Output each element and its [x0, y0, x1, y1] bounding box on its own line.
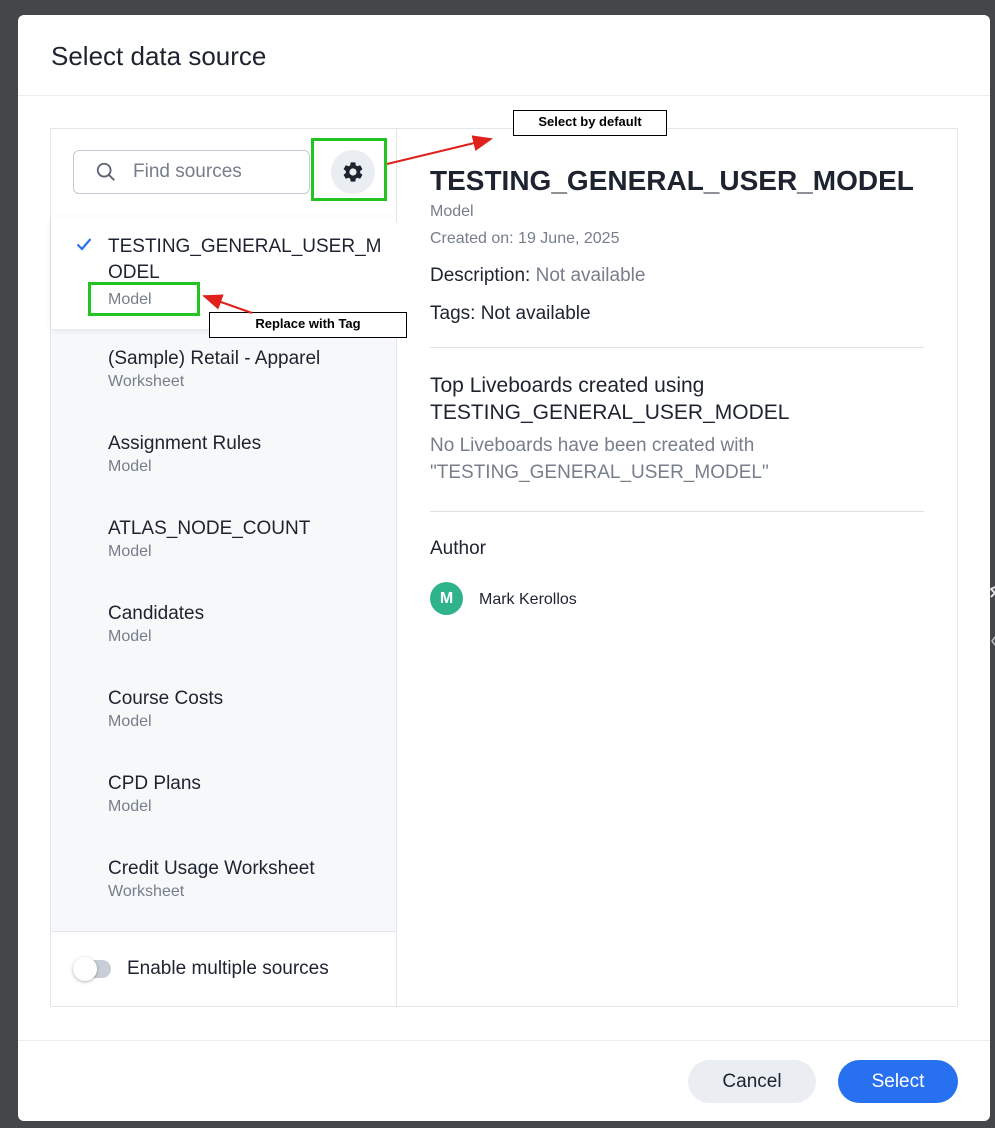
cancel-button[interactable]: Cancel [688, 1060, 816, 1103]
dialog-body: TESTING_GENERAL_USER_M ODEL Model (Sampl… [50, 128, 958, 1007]
source-item-type: Model [108, 628, 152, 645]
dialog-title: Select data source [51, 41, 267, 71]
search-icon [96, 162, 115, 181]
details-divider [430, 347, 924, 348]
source-item[interactable]: Assignment Rules Model [51, 414, 396, 499]
source-item[interactable]: CPD Plans Model [51, 754, 396, 839]
background-partial-glyph [989, 586, 995, 646]
footer-divider [18, 1040, 990, 1041]
annotation-label-select-by-default: Select by default [513, 110, 667, 136]
description-value: Not available [535, 265, 646, 286]
enable-multiple-sources-toggle[interactable] [73, 957, 111, 981]
source-item-type: Model [108, 798, 152, 815]
details-tags: Tags: Not available [430, 303, 591, 325]
check-icon [76, 238, 92, 251]
source-item-type: Model [108, 713, 152, 730]
toggle-knob [73, 957, 97, 981]
source-item[interactable]: Credit Usage Worksheet Worksheet [51, 839, 396, 924]
details-created-date: Created on: 19 June, 2025 [430, 230, 620, 247]
source-list-pane: TESTING_GENERAL_USER_M ODEL Model (Sampl… [51, 129, 415, 1006]
author-heading: Author [430, 538, 486, 559]
source-item-type: Model [108, 543, 152, 560]
source-item[interactable]: (Sample) Retail - Apparel Worksheet [51, 329, 396, 414]
avatar: M [430, 582, 463, 615]
select-data-source-dialog: Select data source Find sources TESTING_… [18, 15, 990, 1121]
annotation-highlight-gear [311, 138, 387, 201]
details-type: Model [430, 203, 474, 220]
tags-label: Tags: [430, 303, 476, 324]
search-input[interactable] [133, 161, 303, 183]
details-description: Description: Not available [430, 265, 645, 287]
annotation-label-replace-with-tag: Replace with Tag [209, 312, 407, 338]
source-item[interactable]: Candidates Model [51, 584, 396, 669]
source-item-name: CPD Plans [108, 773, 201, 794]
source-item-type: Model [108, 458, 152, 475]
source-item-name: Assignment Rules [108, 433, 262, 454]
search-field[interactable] [73, 150, 310, 194]
source-item-name: Course Costs [108, 688, 224, 709]
annotation-highlight-type [88, 282, 200, 316]
source-item-name: (Sample) Retail - Apparel [108, 348, 321, 369]
source-item-name: TESTING_GENERAL_USER_M ODEL [108, 236, 382, 283]
source-item[interactable]: Course Costs Model [51, 669, 396, 754]
source-item-type: Worksheet [108, 883, 185, 900]
description-label: Description: [430, 265, 531, 286]
source-item[interactable]: ATLAS_NODE_COUNT Model [51, 499, 396, 584]
source-item-name: Candidates [108, 603, 205, 624]
author-name: Mark Kerollos [479, 591, 577, 608]
top-liveboards-heading: Top Liveboards created using TESTING_GEN… [430, 374, 790, 424]
source-item-type: Worksheet [108, 373, 185, 390]
liveboards-empty-message: No Liveboards have been created with "TE… [430, 435, 769, 483]
details-title: TESTING_GENERAL_USER_MODEL [430, 165, 914, 196]
select-button[interactable]: Select [838, 1060, 958, 1103]
toggle-label: Enable multiple sources [127, 958, 329, 979]
source-item-name: Credit Usage Worksheet [108, 858, 315, 879]
source-item-name: ATLAS_NODE_COUNT [108, 518, 311, 539]
tags-value: Not available [480, 303, 591, 324]
details-divider [430, 511, 924, 512]
multi-source-footer: Enable multiple sources [51, 931, 396, 1006]
header-divider [18, 95, 990, 96]
